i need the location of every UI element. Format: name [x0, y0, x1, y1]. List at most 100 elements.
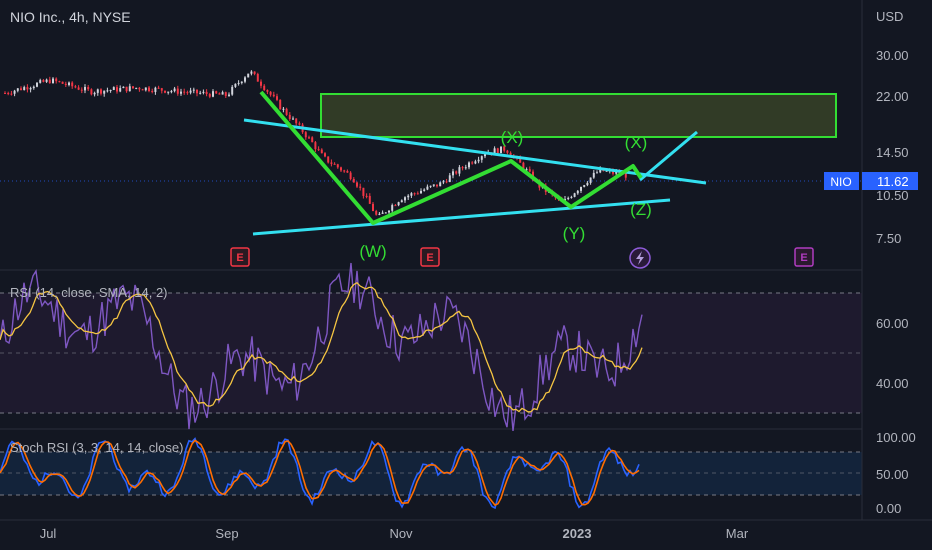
candle-body: [336, 164, 339, 168]
candle-body: [39, 80, 42, 83]
candle-body: [122, 86, 125, 89]
wave-label-y: (Y): [563, 224, 586, 243]
candle-body: [42, 80, 45, 82]
candle-body: [432, 184, 435, 186]
candle-body: [583, 185, 586, 187]
candle-body: [384, 212, 387, 214]
candle-body: [586, 182, 589, 186]
candle-body: [388, 210, 390, 213]
candle-body: [471, 162, 474, 164]
candle-body: [228, 94, 230, 96]
time-tick: 2023: [563, 526, 592, 541]
candle-body: [455, 171, 458, 174]
candle-body: [173, 88, 176, 92]
candle-body: [263, 85, 266, 91]
rsi-pane-label[interactable]: RSI (14, close, SMA, 14, 2): [10, 285, 168, 300]
earnings-badge[interactable]: E: [230, 247, 250, 267]
candle-body: [250, 71, 253, 74]
candle-body: [573, 193, 576, 197]
candle-body: [282, 108, 285, 110]
rsi-tick: 60.00: [876, 316, 909, 331]
candle-body: [61, 81, 64, 84]
candle-body: [288, 114, 291, 119]
candle-body: [87, 87, 90, 90]
candle-body: [474, 161, 477, 164]
candle-body: [13, 90, 16, 94]
candle-body: [180, 91, 182, 94]
price-tick: 7.50: [876, 231, 901, 246]
chart-title: NIO Inc., 4h, NYSE: [10, 9, 131, 25]
candle-body: [292, 118, 294, 120]
candle-body: [106, 90, 109, 92]
candle-body: [442, 181, 445, 183]
candle-body: [484, 154, 486, 157]
candle-body: [45, 79, 48, 82]
candle-body: [285, 108, 288, 115]
candle-body: [349, 172, 352, 179]
candle-body: [439, 182, 442, 187]
wave-label-x2: (X): [625, 133, 648, 152]
candle-body: [576, 190, 579, 194]
candle-body: [244, 77, 246, 82]
earnings-badge[interactable]: E: [420, 247, 440, 267]
candle-body: [157, 87, 160, 89]
candle-body: [480, 156, 483, 160]
candle-body: [394, 205, 397, 207]
candle-body: [269, 91, 272, 95]
candle-body: [231, 86, 234, 95]
candle-body: [266, 90, 269, 92]
candle-body: [119, 88, 122, 92]
chart-canvas[interactable]: (W) (X) (Y) (X) (Z) E E E USD 30.00 22.0…: [0, 0, 932, 550]
candle-body: [314, 142, 317, 150]
candle-body: [154, 87, 157, 92]
candle-body: [368, 195, 371, 204]
candle-body: [464, 167, 467, 169]
candle-body: [304, 132, 307, 138]
candle-body: [202, 91, 205, 93]
candle-body: [624, 173, 627, 178]
candle-body: [468, 162, 470, 168]
candle-body: [580, 186, 582, 191]
resistance-zone[interactable]: [320, 93, 837, 138]
candle-body: [391, 205, 394, 211]
candle-body: [448, 175, 451, 182]
candle-body: [436, 184, 438, 187]
candle-body: [71, 82, 74, 87]
candle-body: [212, 91, 214, 97]
candle-body: [151, 91, 154, 93]
candle-body: [74, 86, 77, 88]
candle-body: [141, 89, 144, 91]
candle-body: [256, 73, 259, 82]
candle-body: [429, 185, 432, 187]
candle-body: [260, 81, 262, 86]
candle-body: [426, 186, 429, 190]
price-tick: 14.50: [876, 145, 909, 160]
candle-body: [176, 88, 179, 94]
time-tick: Sep: [215, 526, 238, 541]
candle-body: [160, 88, 163, 91]
candle-body: [320, 149, 323, 154]
candle-body: [528, 169, 531, 172]
candle-body: [343, 170, 346, 172]
candle-body: [279, 99, 282, 110]
candle-body: [416, 193, 419, 195]
candle-body: [381, 212, 384, 214]
candle-body: [167, 91, 170, 93]
candle-body: [496, 148, 499, 154]
candle-body: [330, 162, 333, 164]
svg-text:E: E: [426, 252, 433, 264]
stoch-pane-label[interactable]: Stoch RSI (3, 3, 14, 14, close): [10, 440, 183, 455]
dividend-event-icon[interactable]: [629, 247, 651, 269]
candle-body: [100, 89, 102, 94]
candle-body: [90, 89, 93, 95]
candle-body: [58, 81, 61, 83]
candle-body: [327, 156, 330, 163]
candle-body: [218, 93, 221, 95]
candle-body: [378, 213, 381, 215]
candle-body: [36, 82, 38, 87]
candle-body: [506, 150, 509, 153]
candle-body: [48, 79, 51, 84]
candle-body: [272, 94, 275, 97]
candle-body: [407, 195, 410, 198]
future-earnings-badge[interactable]: E: [794, 247, 814, 267]
